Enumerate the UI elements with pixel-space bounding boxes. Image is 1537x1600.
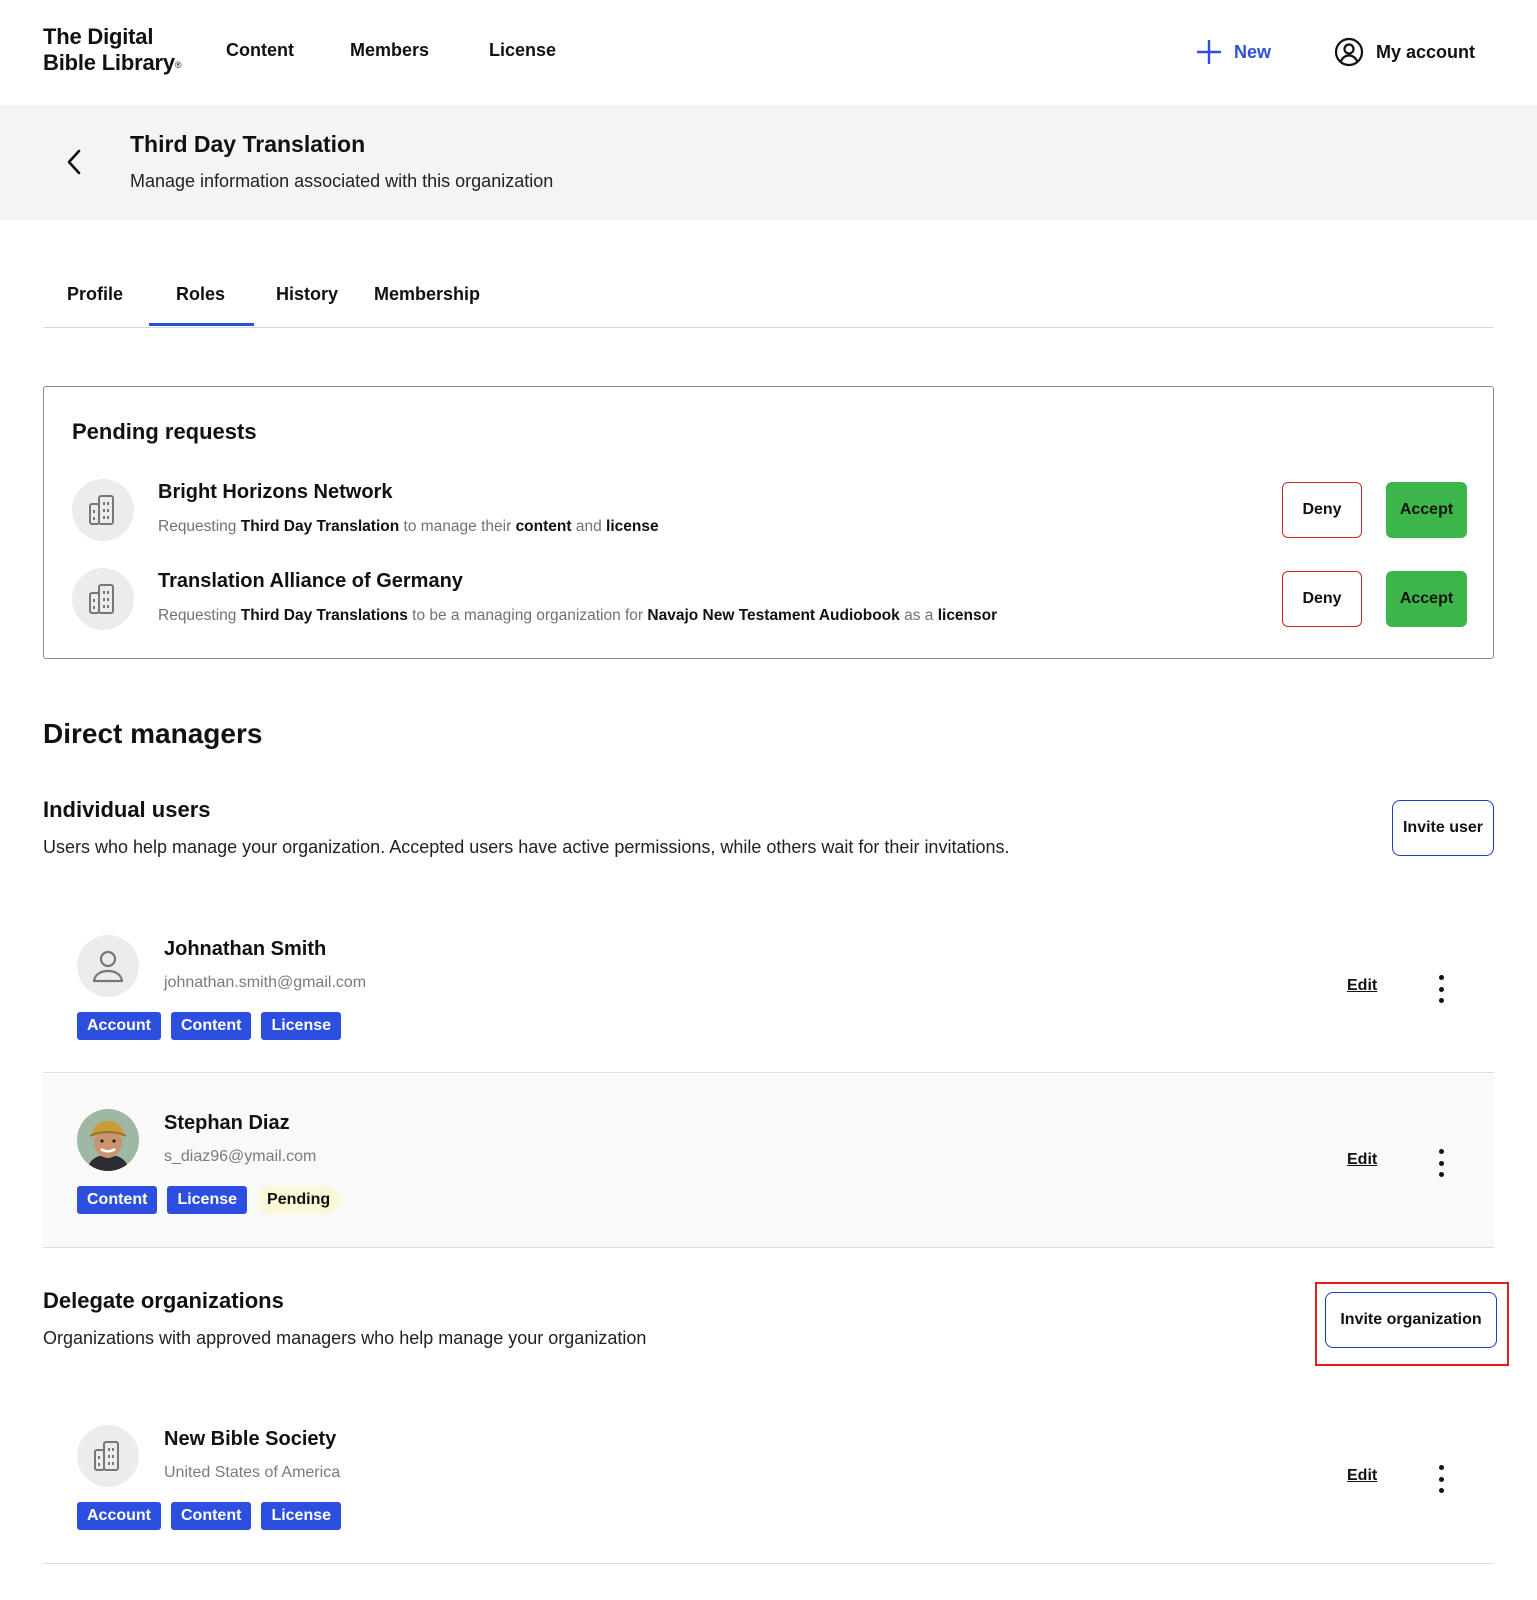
person-icon [92, 950, 124, 983]
pending-requests-title: Pending requests [72, 419, 257, 444]
edit-link[interactable]: Edit [1347, 1467, 1377, 1485]
request-org-target: Third Day Translations [240, 607, 408, 624]
request-scope: content [515, 518, 572, 535]
tab-bar: Profile Roles History Membership [43, 266, 1494, 328]
building-icon [89, 584, 114, 614]
request-org-target: Third Day Translation [240, 518, 400, 535]
role-badges: Account Content License [77, 1012, 342, 1040]
role-badges: Content License Pending [77, 1186, 341, 1214]
invite-user-button[interactable]: Invite user [1392, 800, 1494, 856]
role-badge: Account [77, 1012, 161, 1040]
active-tab-indicator [149, 323, 254, 326]
user-name: Johnathan Smith [164, 938, 327, 960]
request-text: to be a managing organization for [412, 607, 644, 624]
request-text: as a [904, 607, 934, 624]
user-row: Johnathan Smith johnathan.smith@gmail.co… [43, 900, 1494, 1073]
request-text: and [575, 518, 602, 535]
role-badge: License [167, 1186, 248, 1214]
org-avatar [72, 568, 134, 630]
request-text: Requesting [158, 518, 237, 535]
avatar [77, 935, 139, 997]
registered-mark: ® [174, 60, 182, 70]
direct-managers-heading: Direct managers [43, 718, 263, 749]
deny-button[interactable]: Deny [1282, 571, 1362, 627]
tab-profile[interactable]: Profile [67, 284, 123, 305]
user-circle-icon [1334, 37, 1364, 67]
avatar [77, 1109, 139, 1171]
plus-icon [1197, 40, 1221, 64]
user-photo [77, 1109, 139, 1171]
org-row: New Bible Society United States of Ameri… [43, 1390, 1494, 1564]
more-options-icon[interactable] [1433, 975, 1449, 1003]
back-arrow-icon[interactable] [62, 147, 86, 177]
new-button[interactable]: New [1196, 36, 1271, 68]
org-country: United States of America [164, 1464, 341, 1481]
request-text: to manage their [403, 518, 512, 535]
pending-request-row: Translation Alliance of Germany Requesti… [72, 568, 1467, 632]
tab-history[interactable]: History [276, 284, 338, 305]
request-org-name: Translation Alliance of Germany [158, 570, 463, 592]
deny-button[interactable]: Deny [1282, 482, 1362, 538]
delegate-organizations-description: Organizations with approved managers who… [43, 1328, 647, 1348]
page-subtitle: Manage information associated with this … [130, 171, 554, 191]
request-description: Requesting Third Day Translations to be … [158, 607, 997, 625]
logo-line-1: The Digital [43, 24, 154, 49]
invite-organization-button[interactable]: Invite organization [1325, 1292, 1497, 1348]
request-text: Requesting [158, 607, 237, 624]
app-logo[interactable]: The Digital Bible Library® [43, 24, 182, 76]
pending-requests-panel: Pending requests Bright Horizons Network… [43, 386, 1494, 659]
page-header: Third Day Translation Manage information… [0, 105, 1537, 220]
status-badge: Pending [257, 1186, 341, 1214]
my-account-label: My account [1376, 41, 1476, 62]
accept-button[interactable]: Accept [1386, 571, 1467, 627]
role-badge: Content [171, 1012, 252, 1040]
org-name: New Bible Society [164, 1428, 337, 1450]
role-badge: Account [77, 1502, 161, 1530]
nav-members[interactable]: Members [350, 40, 429, 61]
request-scope: Navajo New Testament Audiobook [647, 607, 900, 624]
tab-roles[interactable]: Roles [176, 284, 225, 305]
request-description: Requesting Third Day Translation to mana… [158, 518, 659, 536]
my-account-button[interactable]: My account [1334, 36, 1475, 68]
org-avatar [72, 479, 134, 541]
edit-link[interactable]: Edit [1347, 1151, 1377, 1169]
role-badges: Account Content License [77, 1502, 342, 1530]
accept-button[interactable]: Accept [1386, 482, 1467, 538]
edit-link[interactable]: Edit [1347, 977, 1377, 995]
request-org-name: Bright Horizons Network [158, 481, 393, 503]
delegate-organizations-heading: Delegate organizations [43, 1288, 284, 1313]
user-name: Stephan Diaz [164, 1112, 290, 1134]
user-email: johnathan.smith@gmail.com [164, 974, 367, 991]
more-options-icon[interactable] [1433, 1149, 1449, 1177]
request-scope: licensor [937, 607, 998, 624]
nav-content[interactable]: Content [226, 40, 294, 61]
new-label: New [1234, 41, 1272, 62]
individual-users-description: Users who help manage your organization.… [43, 837, 1010, 857]
more-options-icon[interactable] [1433, 1465, 1449, 1493]
org-avatar [77, 1425, 139, 1487]
role-badge: License [261, 1012, 342, 1040]
page-title: Third Day Translation [130, 131, 366, 157]
user-email: s_diaz96@ymail.com [164, 1148, 317, 1165]
role-badge: License [261, 1502, 342, 1530]
role-badge: Content [77, 1186, 158, 1214]
user-row: Stephan Diaz s_diaz96@ymail.com Content … [43, 1074, 1494, 1248]
building-icon [89, 495, 114, 525]
role-badge: Content [171, 1502, 252, 1530]
building-icon [94, 1441, 119, 1471]
logo-line-2: Bible Library [43, 50, 175, 75]
nav-license[interactable]: License [489, 40, 556, 61]
top-navigation: The Digital Bible Library® Content Membe… [0, 0, 1537, 105]
individual-users-heading: Individual users [43, 797, 211, 822]
pending-request-row: Bright Horizons Network Requesting Third… [72, 479, 1467, 543]
tab-membership[interactable]: Membership [374, 284, 480, 305]
request-scope: license [606, 518, 659, 535]
